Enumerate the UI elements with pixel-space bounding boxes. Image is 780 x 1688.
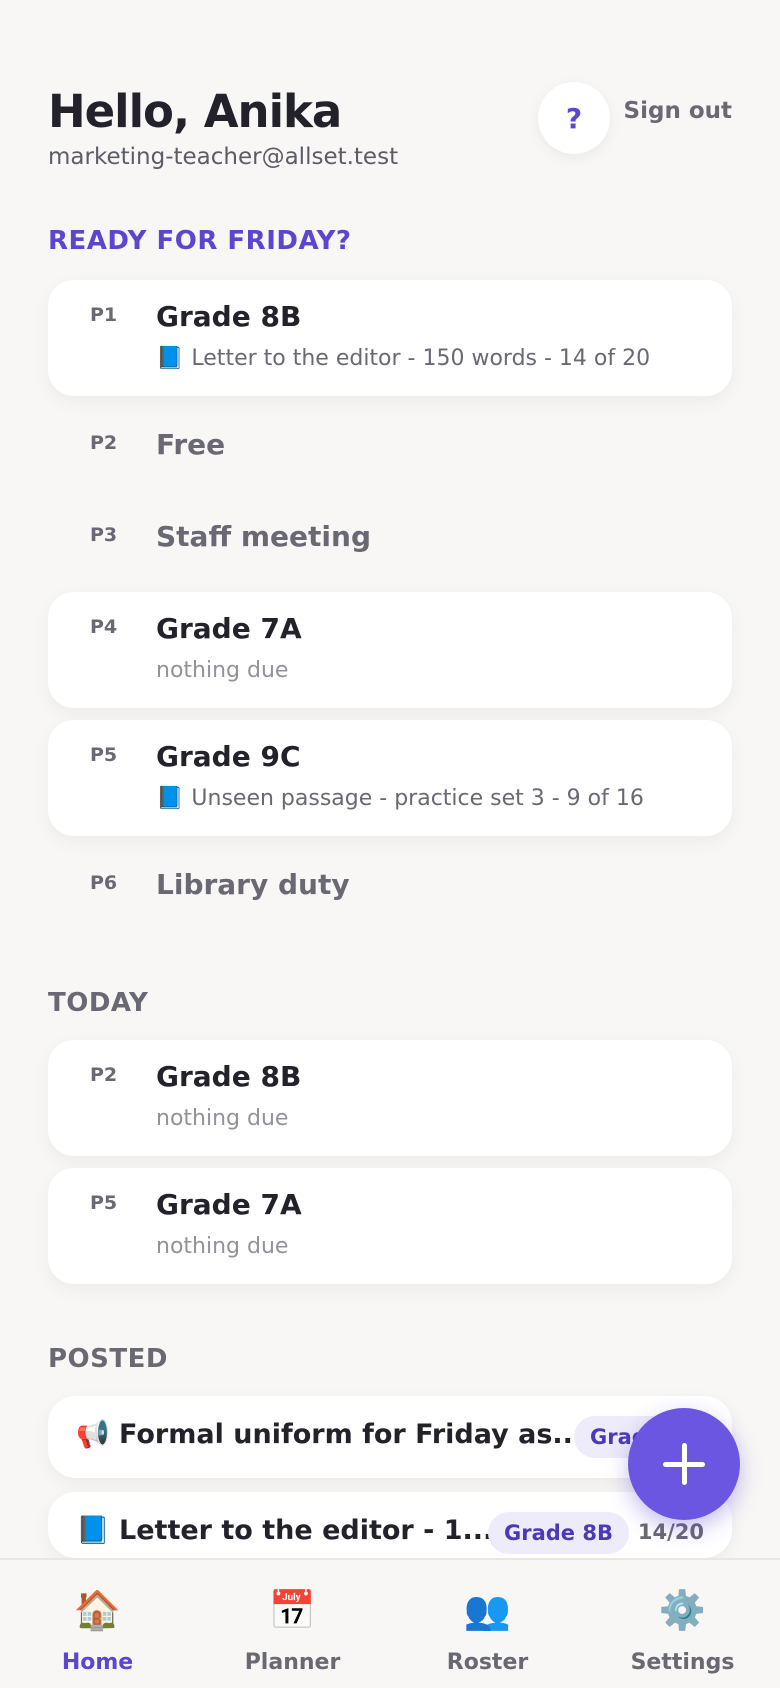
section-title-posted: POSTED — [48, 1344, 168, 1374]
section-title-ready: READY FOR FRIDAY? — [48, 226, 352, 256]
posted-title: 📢 Formal uniform for Friday as... — [76, 1419, 584, 1450]
assignment-summary: nothing due — [156, 1234, 289, 1259]
section-title-today: TODAY — [48, 988, 149, 1018]
class-name: Grade 9C — [156, 740, 301, 773]
plus-icon — [663, 1443, 705, 1485]
tab-settings[interactable]: ⚙️ Settings — [585, 1560, 780, 1688]
schedule-row-p5[interactable]: P5 Grade 9C 📘 Unseen passage - practice s… — [48, 720, 732, 836]
period-label: P1 — [90, 304, 118, 326]
slot-name: Free — [156, 428, 226, 461]
user-email: marketing-teacher@allset.test — [48, 144, 399, 170]
assignment-summary: 📘 Letter to the editor - 150 words - 14 o… — [156, 346, 651, 371]
schedule-row-p4[interactable]: P4 Grade 7A nothing due — [48, 592, 732, 708]
tab-label: Home — [61, 1650, 134, 1675]
period-label: P2 — [90, 432, 118, 454]
today-row-p2[interactable]: P2 Grade 8B nothing due — [48, 1040, 732, 1156]
assignment-summary: 📘 Unseen passage - practice set 3 - 9 of … — [156, 786, 644, 811]
house-icon: 🏠 — [73, 1588, 122, 1632]
schedule-row-p1[interactable]: P1 Grade 8B 📘 Letter to the editor - 150 … — [48, 280, 732, 396]
assignment-summary: nothing due — [156, 1106, 289, 1131]
add-button[interactable] — [628, 1408, 740, 1520]
book-icon: 📘 — [156, 346, 184, 371]
period-label: P5 — [90, 1192, 118, 1214]
slot-name: Library duty — [156, 868, 350, 901]
class-name: Grade 7A — [156, 612, 302, 645]
sign-out-button[interactable]: Sign out — [624, 98, 732, 124]
class-name: Grade 7A — [156, 1188, 302, 1221]
posted-title: 📘 Letter to the editor - 1... — [76, 1515, 494, 1546]
slot-name: Staff meeting — [156, 520, 371, 553]
gear-icon: ⚙️ — [658, 1588, 707, 1632]
question-icon: ? — [565, 101, 583, 135]
book-icon: 📘 — [156, 786, 184, 811]
schedule-row-p6: P6 Library duty — [48, 848, 732, 932]
period-label: P3 — [90, 524, 118, 546]
period-label: P5 — [90, 744, 118, 766]
tab-roster[interactable]: 👥 Roster — [390, 1560, 585, 1688]
header: Hello, Anika marketing-teacher@allset.te… — [48, 82, 732, 184]
bottom-tab-bar: 🏠 Home 📅 Planner 👥 Roster ⚙️ Settings — [0, 1558, 780, 1688]
people-icon: 👥 — [463, 1588, 512, 1632]
period-label: P6 — [90, 872, 118, 894]
tab-planner[interactable]: 📅 Planner — [195, 1560, 390, 1688]
megaphone-icon: 📢 — [76, 1419, 110, 1450]
period-label: P4 — [90, 616, 118, 638]
submission-count: 14/20 — [637, 1520, 704, 1544]
tab-label: Settings — [630, 1650, 735, 1675]
schedule-row-p3: P3 Staff meeting — [48, 500, 732, 584]
tab-label: Planner — [244, 1650, 341, 1675]
today-row-p5[interactable]: P5 Grade 7A nothing due — [48, 1168, 732, 1284]
tab-home[interactable]: 🏠 Home — [0, 1560, 195, 1688]
assignment-summary: nothing due — [156, 658, 289, 683]
calendar-icon: 📅 — [268, 1588, 317, 1632]
class-name: Grade 8B — [156, 300, 302, 333]
class-chip: Grade 8B — [488, 1512, 629, 1554]
tab-label: Roster — [446, 1650, 529, 1675]
posted-item[interactable]: 📘 Letter to the editor - 1... Grade 8B 1… — [48, 1492, 732, 1558]
class-name: Grade 8B — [156, 1060, 302, 1093]
schedule-row-p2: P2 Free — [48, 408, 732, 492]
book-icon: 📘 — [76, 1515, 110, 1546]
period-label: P2 — [90, 1064, 118, 1086]
help-button[interactable]: ? — [538, 82, 610, 154]
